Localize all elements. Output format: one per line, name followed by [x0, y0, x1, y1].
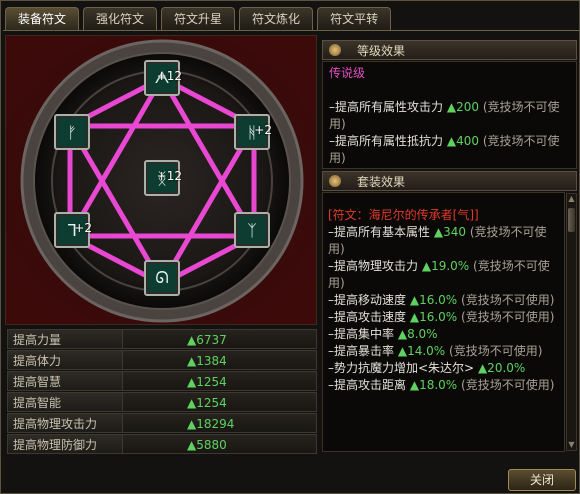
rune-window: 装备符文 强化符文 符文升星 符文炼化 符文平转 ᗅ +12 ᚻ +2 ᛉ ᘏ …	[0, 0, 580, 494]
tab-rune-transfer[interactable]: 符文平转	[317, 7, 392, 31]
set-name: [符文：海尼尔的传承者[气]]	[328, 208, 479, 222]
bullet-icon	[329, 44, 341, 56]
rune-level: +2	[74, 221, 92, 235]
rune-glyph: ᚠ	[67, 122, 77, 142]
rune-level: +2	[254, 123, 272, 137]
stat-value: ▲18294	[123, 413, 317, 433]
scroll-thumb[interactable]	[568, 208, 575, 232]
rune-slot-upper-left[interactable]: ᚠ	[54, 114, 90, 150]
close-button[interactable]: 关闭	[508, 469, 576, 491]
rune-circle-panel: ᗅ +12 ᚻ +2 ᛉ ᘏ ᒣ +2 ᚠ ᛝ +12	[5, 35, 317, 325]
set-line: –提高暴击率 ▲14.0% (竞技场不可使用)	[328, 344, 543, 358]
grade-label: 传说级	[329, 66, 366, 80]
stat-row: 提高智能 ▲1254	[7, 392, 317, 412]
rune-level: +12	[156, 169, 182, 183]
set-line: –提高攻击距离 ▲18.0% (竞技场不可使用)	[328, 378, 555, 392]
stat-value: ▲1254	[123, 392, 317, 412]
level-effect-panel: 传说级 –提高所有属性攻击力 ▲200 (竞技场不可使用) –提高所有属性抵抗力…	[322, 61, 577, 169]
rune-glyph: ᛉ	[247, 220, 257, 240]
rune-slot-upper-right[interactable]: ᚻ +2	[234, 114, 272, 150]
effect-line: –提高所有属性抵抗力 ▲400 (竞技场不可使用)	[329, 134, 560, 165]
set-line: –势力抗魔力增加<朱达尔> ▲20.0%	[328, 361, 526, 375]
tab-equip-rune[interactable]: 装备符文	[5, 7, 80, 31]
set-effect-scrollbar[interactable]: ▲ ▼	[566, 193, 577, 451]
bullet-icon	[329, 175, 341, 187]
stat-name: 提高体力	[7, 350, 123, 370]
effect-line: –提高所有属性攻击力 ▲200 (竞技场不可使用)	[329, 100, 560, 131]
stat-value: ▲5880	[123, 434, 317, 454]
rune-slot-top[interactable]: ᗅ +12	[144, 60, 182, 96]
stat-name: 提高力量	[7, 329, 123, 349]
rune-slot-center[interactable]: ᛝ +12	[144, 160, 182, 196]
rune-glyph: ᘏ	[155, 268, 169, 287]
tab-bar: 装备符文 强化符文 符文升星 符文炼化 符文平转	[5, 7, 392, 31]
rune-level: +12	[156, 69, 182, 83]
stat-name: 提高物理攻击力	[7, 413, 123, 433]
rune-slot-lower-right[interactable]: ᛉ	[234, 212, 270, 248]
stat-value: ▲1254	[123, 371, 317, 391]
stat-row: 提高物理攻击力 ▲18294	[7, 413, 317, 433]
stat-name: 提高智慧	[7, 371, 123, 391]
rune-slot-bottom[interactable]: ᘏ	[144, 260, 180, 296]
set-effect-header: 套装效果	[322, 171, 577, 191]
level-effect-header: 等级效果	[322, 40, 577, 60]
stat-row: 提高体力 ▲1384	[7, 350, 317, 370]
tab-rune-star-up[interactable]: 符文升星	[161, 7, 236, 31]
stat-value: ▲1384	[123, 350, 317, 370]
scroll-down-icon[interactable]: ▼	[567, 440, 576, 450]
stat-row: 提高物理防御力 ▲5880	[7, 434, 317, 454]
stat-value: ▲6737	[123, 329, 317, 349]
level-effect-title: 等级效果	[357, 44, 406, 58]
stat-name: 提高智能	[7, 392, 123, 412]
tab-enhance-rune[interactable]: 强化符文	[83, 7, 158, 31]
stat-list: 提高力量 ▲6737 提高体力 ▲1384 提高智慧 ▲1254 提高智能 ▲1254 …	[7, 329, 317, 455]
rune-slot-lower-left[interactable]: ᒣ +2	[54, 212, 92, 248]
set-line: –提高集中率 ▲8.0%	[328, 327, 438, 341]
stat-name: 提高物理防御力	[7, 434, 123, 454]
set-line: –提高攻击速度 ▲16.0% (竞技场不可使用)	[328, 310, 555, 324]
set-line: –提高移动速度 ▲16.0% (竞技场不可使用)	[328, 293, 555, 307]
set-line: –提高所有基本属性 ▲340 (竞技场不可使用)	[328, 225, 547, 256]
tab-rune-refine[interactable]: 符文炼化	[239, 7, 314, 31]
set-effect-title: 套装效果	[357, 175, 406, 189]
scroll-up-icon[interactable]: ▲	[567, 194, 576, 204]
stat-row: 提高力量 ▲6737	[7, 329, 317, 349]
set-line: –提高物理攻击力 ▲19.0% (竞技场不可使用)	[328, 259, 550, 290]
stat-row: 提高智慧 ▲1254	[7, 371, 317, 391]
set-effect-panel: [符文：海尼尔的传承者[气]] –提高所有基本属性 ▲340 (竞技场不可使用)…	[322, 192, 565, 452]
tab-divider	[3, 30, 579, 31]
